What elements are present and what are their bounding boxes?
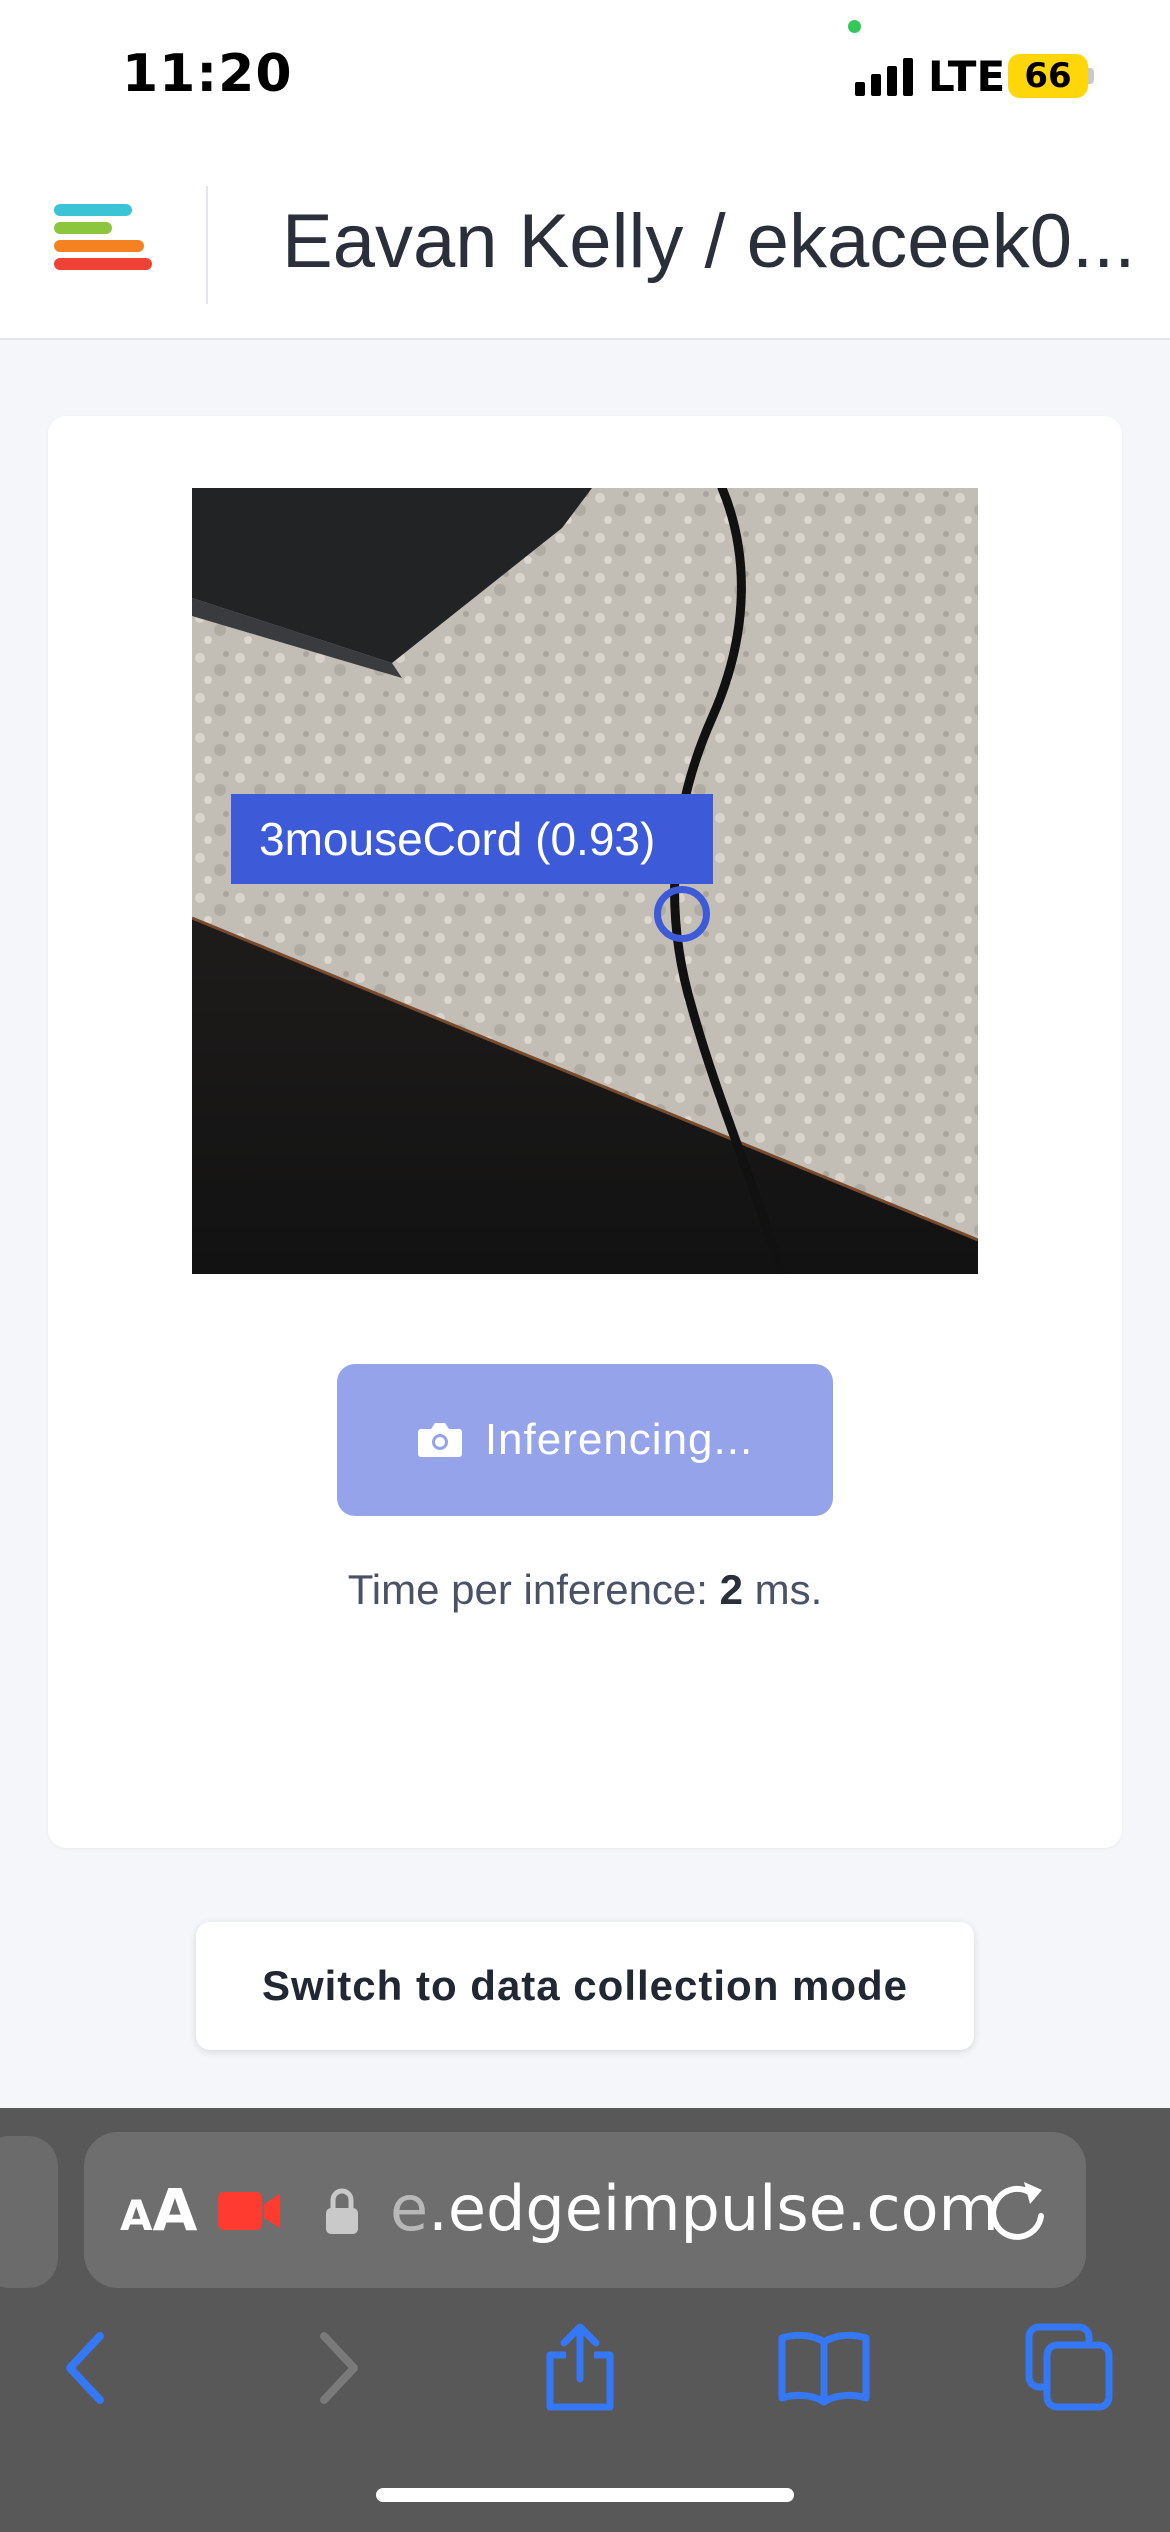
time-per-inference: Time per inference: 2 ms.: [48, 1566, 1122, 1614]
camera-recording-icon[interactable]: [218, 2190, 282, 2232]
status-bar: 11:20 LTE 66: [0, 0, 1170, 150]
header-divider: [206, 186, 208, 304]
detection-label: 3mouseCord (0.93): [231, 794, 713, 884]
camera-preview: 3mouseCord (0.93): [192, 488, 978, 1274]
chevron-right-icon: [320, 2332, 358, 2404]
url-faded-part: e: [390, 2172, 429, 2245]
battery-icon: 66: [1008, 54, 1088, 98]
reader-settings-button[interactable]: AA: [120, 2176, 197, 2244]
time-per-inference-value: 2: [719, 1566, 743, 1613]
url-domain: .edgeimpulse.com: [428, 2172, 999, 2245]
network-type: LTE: [928, 52, 1006, 101]
url-text[interactable]: e.edgeimpulse.com: [390, 2172, 999, 2245]
detection-centroid-marker: [654, 886, 710, 942]
battery-level: 66: [1024, 56, 1072, 96]
cellular-signal-icon: [855, 58, 913, 96]
address-bar[interactable]: AA e.edgeimpulse.com: [84, 2132, 1086, 2288]
forward-button[interactable]: [278, 2308, 398, 2428]
browser-toolbar: AA e.edgeimpulse.com: [0, 2108, 1170, 2532]
tabs-button[interactable]: [1010, 2308, 1130, 2428]
time-per-inference-prefix: Time per inference:: [347, 1566, 720, 1613]
back-button[interactable]: [26, 2308, 146, 2428]
previous-tab-preview[interactable]: [0, 2136, 58, 2288]
reload-icon[interactable]: [984, 2176, 1050, 2246]
browser-nav-row: [0, 2308, 1170, 2438]
aa-small: A: [120, 2191, 153, 2240]
bookmarks-button[interactable]: [764, 2308, 884, 2428]
book-icon: [778, 2331, 870, 2406]
inference-card: 3mouseCord (0.93) Inferencing... Time pe…: [48, 416, 1122, 1848]
inferencing-button[interactable]: Inferencing...: [337, 1364, 833, 1516]
edge-impulse-menu-logo-icon[interactable]: [52, 202, 154, 274]
app-header: Eavan Kelly / ekaceek0...: [0, 150, 1170, 340]
camera-icon: [417, 1423, 462, 1457]
switch-to-data-collection-button[interactable]: Switch to data collection mode: [196, 1922, 974, 2050]
home-indicator: [376, 2488, 794, 2502]
battery-tip: [1088, 68, 1094, 84]
time-per-inference-suffix: ms.: [742, 1566, 823, 1613]
share-button[interactable]: [520, 2308, 640, 2428]
inferencing-button-label: Inferencing...: [484, 1415, 754, 1464]
chevron-left-icon: [66, 2332, 104, 2404]
status-time: 11:20: [122, 44, 293, 104]
project-title: Eavan Kelly / ekaceek0...: [282, 199, 1136, 284]
tabs-icon: [1025, 2323, 1113, 2411]
camera-in-use-indicator: [848, 20, 861, 33]
aa-big: A: [152, 2176, 198, 2244]
lock-icon: [326, 2188, 358, 2234]
share-icon: [546, 2323, 614, 2411]
